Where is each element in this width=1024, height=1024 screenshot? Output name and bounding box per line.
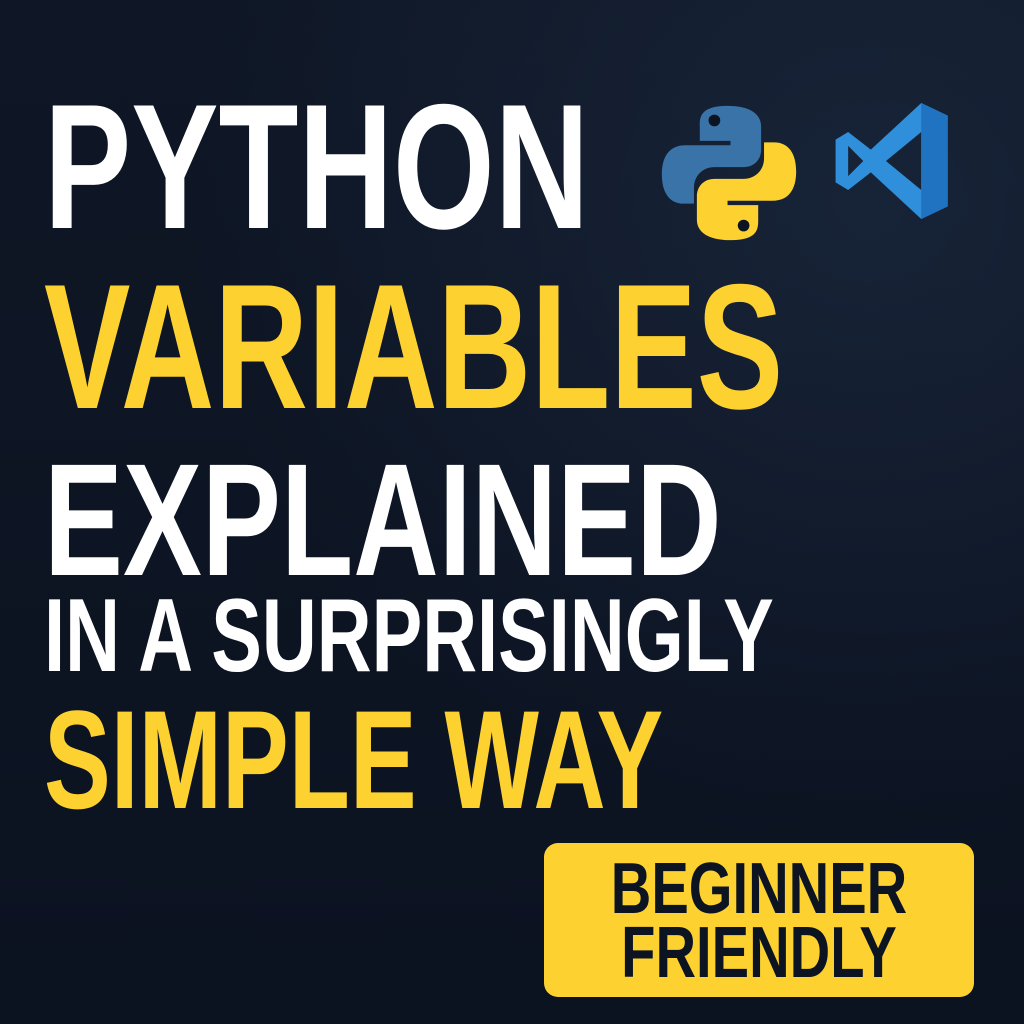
badge-line-beginner: BEGINNER	[610, 849, 908, 929]
headline-line-surprisingly: IN A SURPRISINGLY	[44, 578, 774, 694]
headline-line-variables: VARIABLES	[44, 247, 784, 446]
beginner-friendly-badge: BEGINNER FRIENDLY	[544, 843, 974, 997]
badge-line-friendly: FRIENDLY	[621, 913, 897, 993]
vscode-logo-icon	[828, 98, 954, 224]
headline-line-simple-way: SIMPLE WAY	[44, 681, 664, 838]
headline-line-python: PYTHON	[44, 67, 590, 266]
python-logo-icon	[654, 100, 804, 246]
headline-line-explained: EXPLAINED	[44, 430, 722, 609]
